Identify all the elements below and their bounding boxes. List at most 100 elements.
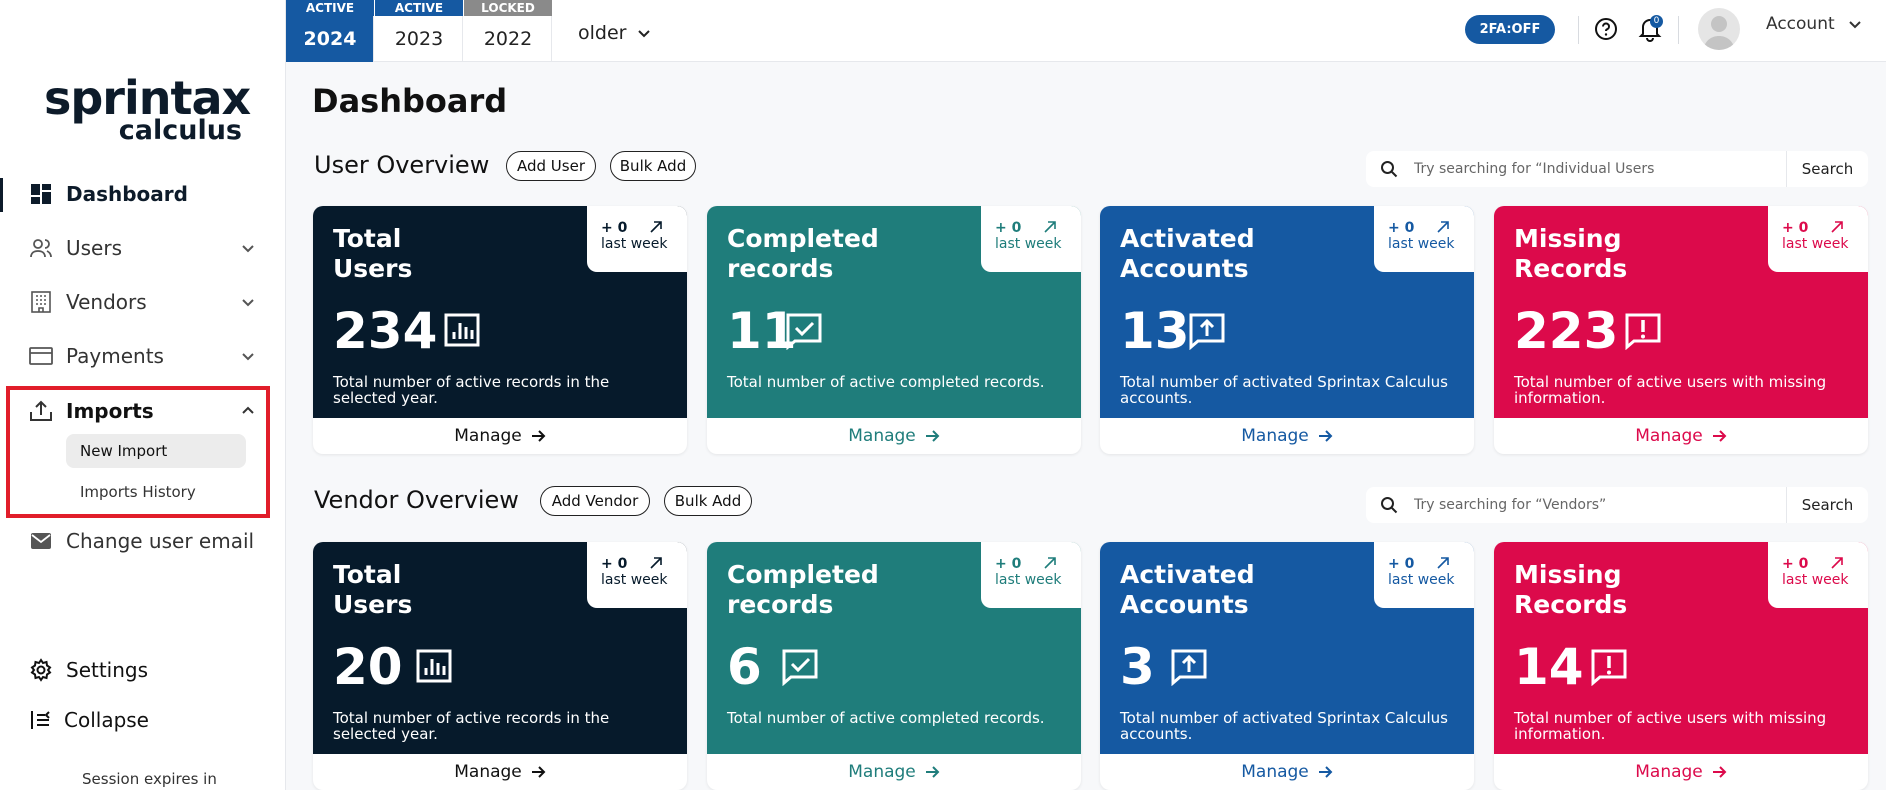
delta-value: + 0 — [1388, 220, 1415, 236]
card-description: Total number of active records in the se… — [333, 373, 610, 407]
sidebar-item-settings[interactable]: Settings — [0, 648, 286, 692]
sidebar-item-vendors[interactable]: Vendors — [0, 280, 286, 324]
add-vendor-button[interactable]: Add Vendor — [540, 486, 650, 516]
card-title: Completed records — [727, 224, 879, 283]
delta-period: last week — [1782, 572, 1849, 588]
manage-link[interactable]: Manage — [313, 418, 687, 454]
chevron-down-icon[interactable] — [238, 238, 258, 258]
card-activated-accounts: Activated Accounts + 0 last week 13 Tota… — [1100, 206, 1474, 454]
manage-link[interactable]: Manage — [707, 754, 1081, 790]
user-overview-title: User Overview — [314, 151, 490, 179]
twofa-status-button[interactable]: 2FA:OFF — [1465, 15, 1555, 44]
check-message-icon — [786, 313, 822, 350]
add-user-button[interactable]: Add User — [506, 151, 596, 181]
card-head: Missing Records + 0 last week 14 Total n… — [1494, 542, 1868, 754]
card-description: Total number of active records in the se… — [333, 709, 610, 743]
manage-link[interactable]: Manage — [1494, 418, 1868, 454]
dashboard-icon — [28, 181, 54, 207]
page-title: Dashboard — [312, 82, 508, 120]
bulk-add-vendors-button[interactable]: Bulk Add — [664, 486, 752, 516]
year-tab-2023[interactable]: ACTIVE 2023 — [375, 0, 463, 62]
chevron-down-icon[interactable] — [238, 346, 258, 366]
delta-value: + 0 — [1782, 556, 1809, 572]
check-message-icon — [782, 649, 818, 686]
manage-link[interactable]: Manage — [707, 418, 1081, 454]
trend-arrow-icon — [1437, 221, 1449, 233]
trend-arrow-icon — [1831, 557, 1843, 569]
account-label: Account — [1766, 14, 1835, 34]
chevron-down-icon[interactable] — [238, 292, 258, 312]
sidebar-item-users[interactable]: Users — [0, 226, 286, 270]
sidebar-item-change-email[interactable]: Change user email — [0, 519, 286, 563]
trend-arrow-icon — [650, 221, 662, 233]
user-search-button[interactable]: Search — [1786, 151, 1868, 187]
manage-link[interactable]: Manage — [313, 754, 687, 790]
sidebar-item-label: Change user email — [66, 529, 255, 553]
card-vendor-activated-accounts: Activated Accounts + 0 last week 3 Total… — [1100, 542, 1474, 790]
collapse-icon — [28, 707, 54, 733]
card-total-users: Total Users + 0 last week 234 Total numb… — [313, 206, 687, 454]
card-title: Total Users — [333, 560, 413, 619]
trend-arrow-icon — [1044, 557, 1056, 569]
chevron-down-icon — [638, 30, 651, 38]
card-completed-records: Completed records + 0 last week 11 Total… — [707, 206, 1081, 454]
trend-arrow-icon — [1437, 557, 1449, 569]
avatar[interactable] — [1698, 8, 1740, 50]
older-years-dropdown[interactable]: older — [578, 22, 652, 44]
year-tab-2024[interactable]: ACTIVE 2024 — [286, 0, 374, 62]
card-value: 3 — [1120, 638, 1155, 696]
delta-value: + 0 — [1388, 556, 1415, 572]
weekly-delta: + 0 last week — [1374, 206, 1474, 272]
card-vendor-completed-records: Completed records + 0 last week 6 Total … — [707, 542, 1081, 790]
users-icon — [28, 235, 54, 261]
manage-link[interactable]: Manage — [1100, 418, 1474, 454]
card-title: Activated Accounts — [1120, 224, 1255, 283]
year-tab-2022[interactable]: LOCKED 2022 — [464, 0, 552, 62]
account-menu[interactable]: Account — [1766, 14, 1863, 34]
weekly-delta: + 0 last week — [1374, 542, 1474, 608]
card-value: 223 — [1514, 302, 1619, 360]
user-search-input[interactable] — [1414, 151, 1794, 187]
card-description: Total number of active completed records… — [727, 709, 1045, 727]
arrow-right-icon — [1712, 766, 1727, 778]
upload-message-icon — [1171, 649, 1207, 686]
card-title: Missing Records — [1514, 560, 1628, 619]
card-value: 234 — [333, 302, 438, 360]
year-badge: ACTIVE — [375, 0, 463, 16]
bulk-add-users-button[interactable]: Bulk Add — [610, 151, 696, 181]
older-label: older — [578, 22, 627, 44]
delta-period: last week — [601, 236, 668, 252]
sidebar-item-payments[interactable]: Payments — [0, 334, 286, 378]
sidebar-item-collapse[interactable]: Collapse — [0, 698, 286, 742]
card-title: Missing Records — [1514, 224, 1628, 283]
year-label: 2022 — [483, 28, 533, 50]
card-vendor-total-users: Total Users + 0 last week 20 Total numbe… — [313, 542, 687, 790]
sidebar-subitem-imports-history[interactable]: Imports History — [66, 475, 246, 509]
vendor-search-input[interactable] — [1414, 487, 1794, 523]
card-missing-records: Missing Records + 0 last week 223 Total … — [1494, 206, 1868, 454]
year-label: 2023 — [394, 28, 444, 50]
sidebar-item-label: Settings — [66, 658, 149, 682]
manage-label: Manage — [848, 762, 916, 782]
arrow-right-icon — [531, 766, 546, 778]
sidebar-item-label: Payments — [66, 344, 164, 368]
manage-link[interactable]: Manage — [1100, 754, 1474, 790]
sidebar-item-dashboard[interactable]: Dashboard — [0, 172, 286, 216]
card-value: 6 — [727, 638, 762, 696]
bar-chart-icon — [416, 649, 452, 683]
arrow-right-icon — [925, 766, 940, 778]
logo[interactable]: sprintax calculus — [44, 74, 254, 146]
year-label: 2024 — [303, 28, 357, 50]
manage-label: Manage — [1241, 762, 1309, 782]
delta-period: last week — [1388, 572, 1455, 588]
notifications-button[interactable]: 0 — [1636, 15, 1664, 43]
manage-link[interactable]: Manage — [1494, 754, 1868, 790]
chevron-down-icon — [1848, 21, 1861, 29]
delta-period: last week — [601, 572, 668, 588]
mail-icon — [28, 528, 54, 554]
payments-icon — [28, 343, 54, 369]
manage-label: Manage — [1635, 762, 1703, 782]
vendor-search-button[interactable]: Search — [1786, 487, 1868, 523]
help-icon[interactable] — [1594, 17, 1618, 41]
sidebar-subitem-new-import[interactable]: New Import — [66, 434, 246, 468]
